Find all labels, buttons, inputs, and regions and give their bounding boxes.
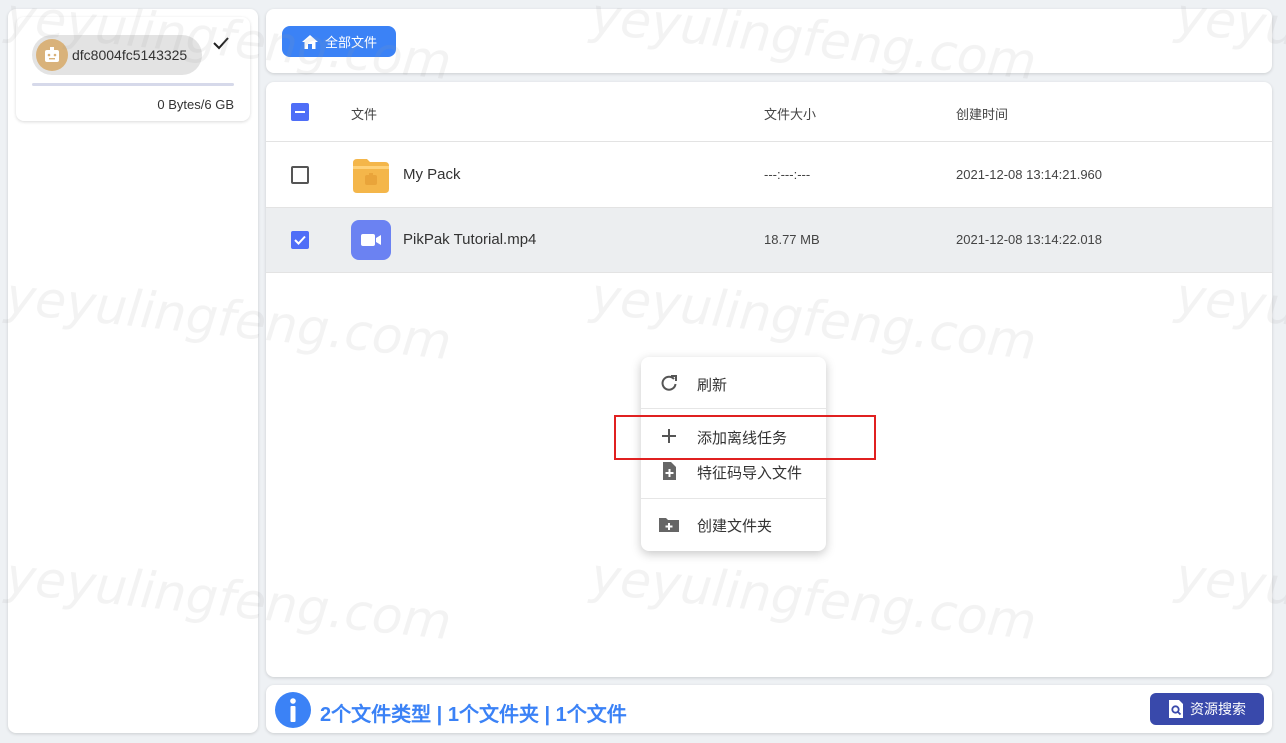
file-size: 18.77 MB <box>764 232 820 247</box>
file-created: 2021-12-08 13:14:22.018 <box>956 232 1103 247</box>
table-row[interactable]: My Pack ---:---:--- 2021-12-08 13:14:21.… <box>266 143 1272 208</box>
video-file-icon <box>351 220 391 260</box>
checkmark-icon <box>294 235 306 245</box>
table-row[interactable]: PikPak Tutorial.mp4 18.77 MB 2021-12-08 … <box>266 208 1272 273</box>
menu-divider <box>641 408 826 409</box>
menu-item-refresh[interactable]: 刷新 <box>641 365 826 401</box>
menu-label-create-folder: 创建文件夹 <box>697 518 773 535</box>
all-files-label: 全部文件 <box>324 35 377 50</box>
menu-label-import-by-code: 特征码导入文件 <box>697 465 803 482</box>
avatar <box>36 39 68 71</box>
table-header: 文件 文件大小 创建时间 <box>266 82 1272 142</box>
file-add-icon <box>663 462 676 480</box>
file-name[interactable]: My Pack <box>403 166 461 183</box>
row-checkbox[interactable] <box>291 166 309 184</box>
account-switcher[interactable]: dfc8004fc5143325 <box>32 35 202 75</box>
column-header-created[interactable]: 创建时间 <box>956 104 1008 123</box>
check-icon <box>213 37 229 50</box>
account-card: dfc8004fc5143325 0 Bytes/6 GB <box>16 17 250 121</box>
account-name: dfc8004fc5143325 <box>72 47 188 63</box>
storage-quota-bar <box>32 83 234 86</box>
file-name[interactable]: PikPak Tutorial.mp4 <box>403 231 536 248</box>
menu-divider <box>641 498 826 499</box>
minus-icon <box>295 111 305 113</box>
menu-label-refresh: 刷新 <box>697 377 728 394</box>
toolbar: 全部文件 <box>266 9 1272 73</box>
file-created: 2021-12-08 13:14:21.960 <box>956 167 1103 182</box>
storage-quota-text: 0 Bytes/6 GB <box>157 97 234 112</box>
menu-item-create-folder[interactable]: 创建文件夹 <box>641 506 826 542</box>
column-header-size[interactable]: 文件大小 <box>764 104 816 123</box>
file-size: ---:---:--- <box>764 167 811 182</box>
refresh-icon <box>661 375 677 391</box>
highlight-annotation <box>614 415 876 460</box>
folder-icon <box>351 155 391 195</box>
row-checkbox[interactable] <box>291 231 309 249</box>
folder-add-icon <box>659 518 679 532</box>
home-icon <box>301 34 318 49</box>
select-all-checkbox[interactable] <box>291 103 309 121</box>
info-icon <box>275 692 311 728</box>
resource-search-button[interactable]: 资源搜索 <box>1150 693 1264 725</box>
status-bar: 2个文件类型 | 1个文件夹 | 1个文件 资源搜索 <box>266 685 1272 733</box>
search-file-icon <box>1169 700 1183 718</box>
all-files-button[interactable]: 全部文件 <box>282 26 396 57</box>
file-summary: 2个文件类型 | 1个文件夹 | 1个文件 <box>320 704 627 726</box>
column-header-name[interactable]: 文件 <box>351 104 377 123</box>
resource-search-label: 资源搜索 <box>1190 701 1246 717</box>
